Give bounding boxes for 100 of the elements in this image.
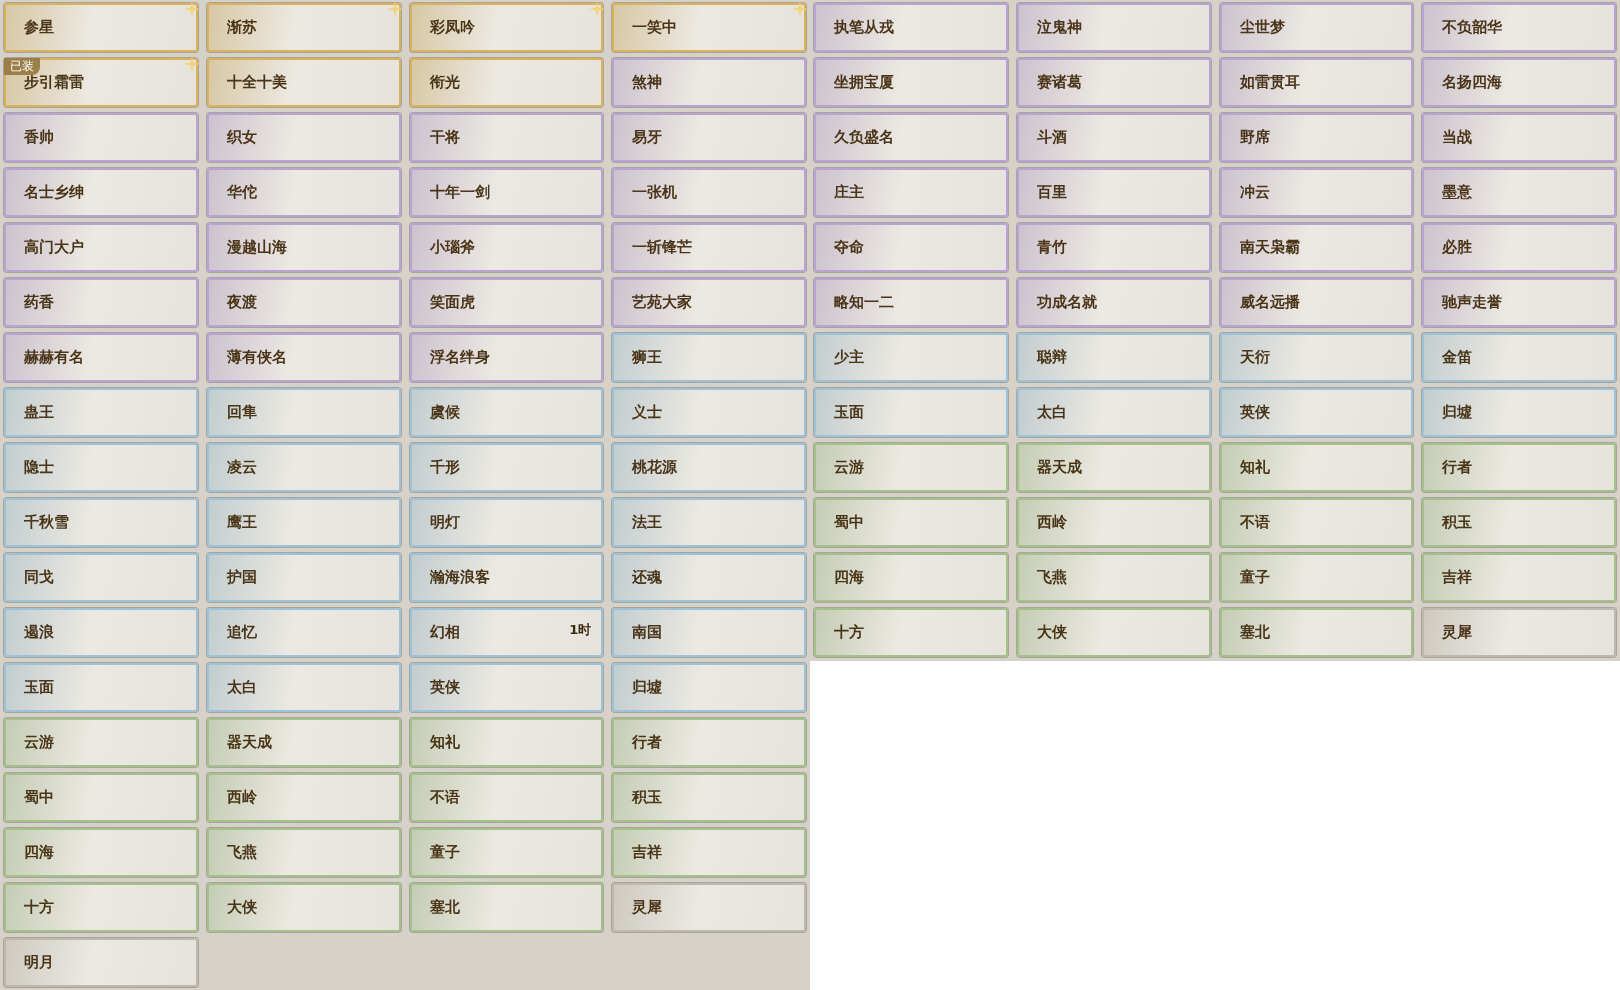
title-card[interactable]: 干将	[409, 113, 604, 162]
title-card[interactable]: 衔光	[409, 58, 604, 107]
title-card[interactable]: 一张机	[612, 168, 806, 217]
title-card[interactable]: 玉面	[814, 388, 1008, 437]
title-card[interactable]: 彩凤吟	[409, 3, 604, 52]
title-card[interactable]: 尘世梦	[1219, 3, 1414, 52]
title-card[interactable]: 虞候	[409, 388, 604, 437]
title-card[interactable]: 积玉	[1422, 498, 1616, 547]
title-card[interactable]: 赫赫有名	[4, 333, 198, 382]
title-card[interactable]: 归墟	[612, 663, 806, 712]
title-card[interactable]: 云游	[814, 443, 1008, 492]
title-card[interactable]: 冲云	[1219, 168, 1414, 217]
title-card[interactable]: 煞神	[612, 58, 806, 107]
title-card[interactable]: 隐士	[4, 443, 198, 492]
title-card[interactable]: 金笛	[1422, 333, 1616, 382]
title-card[interactable]: 夜渡	[206, 278, 401, 327]
title-card[interactable]: 归墟	[1422, 388, 1616, 437]
title-card[interactable]: 执笔从戎	[814, 3, 1008, 52]
title-card[interactable]: 大侠	[1016, 608, 1211, 657]
title-card[interactable]: 斗酒	[1016, 113, 1211, 162]
title-card[interactable]: 如雷贯耳	[1219, 58, 1414, 107]
title-card[interactable]: 蛊王	[4, 388, 198, 437]
title-card[interactable]: 护国	[206, 553, 401, 602]
title-card[interactable]: 大侠	[206, 883, 401, 932]
title-card[interactable]: 桃花源	[612, 443, 806, 492]
title-card[interactable]: 飞燕	[206, 828, 401, 877]
title-card[interactable]: 南天枭霸	[1219, 223, 1414, 272]
title-card[interactable]: 追忆	[206, 608, 401, 657]
title-card[interactable]: 回隼	[206, 388, 401, 437]
title-card[interactable]: 泣鬼神	[1016, 3, 1211, 52]
title-card[interactable]: 狮王	[612, 333, 806, 382]
title-card[interactable]: 鹰王	[206, 498, 401, 547]
title-card[interactable]: 坐拥宝厦	[814, 58, 1008, 107]
title-card[interactable]: 十全十美	[206, 58, 401, 107]
title-card[interactable]: 四海	[4, 828, 198, 877]
title-card[interactable]: 高门大户	[4, 223, 198, 272]
title-card[interactable]: 积玉	[612, 773, 806, 822]
title-card[interactable]: 笑面虎	[409, 278, 604, 327]
title-card[interactable]: 不语	[409, 773, 604, 822]
title-card[interactable]: 已装 步引霜雷	[4, 58, 198, 107]
title-card[interactable]: 器天成	[1016, 443, 1211, 492]
title-card[interactable]: 西岭	[1016, 498, 1211, 547]
title-card[interactable]: 云游	[4, 718, 198, 767]
title-card[interactable]: 名扬四海	[1422, 58, 1616, 107]
title-card[interactable]: 十方	[4, 883, 198, 932]
title-card[interactable]: 十方	[814, 608, 1008, 657]
title-card[interactable]: 英侠	[1219, 388, 1414, 437]
title-card[interactable]: 遏浪	[4, 608, 198, 657]
title-card[interactable]: 法王	[612, 498, 806, 547]
title-card[interactable]: 灵犀	[1422, 608, 1616, 657]
title-card[interactable]: 略知一二	[814, 278, 1008, 327]
title-card[interactable]: 织女	[206, 113, 401, 162]
title-card[interactable]: 吉祥	[612, 828, 806, 877]
title-card[interactable]: 百里	[1016, 168, 1211, 217]
title-card[interactable]: 参星	[4, 3, 198, 52]
title-card[interactable]: 器天成	[206, 718, 401, 767]
title-card[interactable]: 英侠	[409, 663, 604, 712]
title-card[interactable]: 十年一剑	[409, 168, 604, 217]
title-card[interactable]: 华佗	[206, 168, 401, 217]
title-card[interactable]: 野席	[1219, 113, 1414, 162]
title-card[interactable]: 西岭	[206, 773, 401, 822]
title-card[interactable]: 浮名绊身	[409, 333, 604, 382]
title-card[interactable]: 庄主	[814, 168, 1008, 217]
title-card[interactable]: 知礼	[409, 718, 604, 767]
title-card[interactable]: 小瑙斧	[409, 223, 604, 272]
title-card[interactable]: 青竹	[1016, 223, 1211, 272]
title-card[interactable]: 不语	[1219, 498, 1414, 547]
title-card[interactable]: 薄有侠名	[206, 333, 401, 382]
title-card[interactable]: 吉祥	[1422, 553, 1616, 602]
title-card[interactable]: 夺命	[814, 223, 1008, 272]
title-card[interactable]: 必胜	[1422, 223, 1616, 272]
title-card[interactable]: 赛诸葛	[1016, 58, 1211, 107]
title-card[interactable]: 塞北	[1219, 608, 1414, 657]
title-card[interactable]: 名士乡绅	[4, 168, 198, 217]
title-card[interactable]: 行者	[1422, 443, 1616, 492]
title-card[interactable]: 玉面	[4, 663, 198, 712]
title-card[interactable]: 渐苏	[206, 3, 401, 52]
title-card[interactable]: 童子	[1219, 553, 1414, 602]
title-card[interactable]: 威名远播	[1219, 278, 1414, 327]
title-card[interactable]: 香帅	[4, 113, 198, 162]
title-card[interactable]: 漫越山海	[206, 223, 401, 272]
title-card[interactable]: 太白	[1016, 388, 1211, 437]
title-card[interactable]: 太白	[206, 663, 401, 712]
title-card[interactable]: 千秋雪	[4, 498, 198, 547]
title-card[interactable]: 灵犀	[612, 883, 806, 932]
title-card[interactable]: 明灯	[409, 498, 604, 547]
title-card[interactable]: 驰声走誉	[1422, 278, 1616, 327]
title-card[interactable]: 还魂	[612, 553, 806, 602]
title-card[interactable]: 一斩锋芒	[612, 223, 806, 272]
title-card[interactable]: 凌云	[206, 443, 401, 492]
title-card[interactable]: 一笑中	[612, 3, 806, 52]
title-card[interactable]: 艺苑大家	[612, 278, 806, 327]
title-card[interactable]: 行者	[612, 718, 806, 767]
title-card[interactable]: 同戈	[4, 553, 198, 602]
title-card[interactable]: 墨意	[1422, 168, 1616, 217]
title-card[interactable]: 南国	[612, 608, 806, 657]
title-card[interactable]: 蜀中	[814, 498, 1008, 547]
title-card[interactable]: 不负韶华	[1422, 3, 1616, 52]
title-card[interactable]: 义士	[612, 388, 806, 437]
title-card[interactable]: 四海	[814, 553, 1008, 602]
